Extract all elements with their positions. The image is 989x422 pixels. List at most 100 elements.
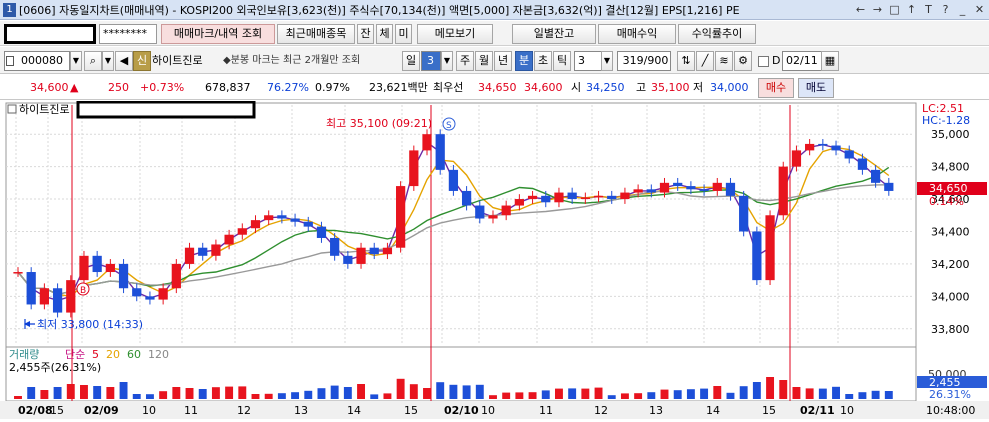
volume-bar xyxy=(396,378,405,399)
candle-body xyxy=(448,169,459,191)
period-day-button[interactable]: 일 xyxy=(402,51,420,71)
volume-bar xyxy=(871,390,880,399)
high-label: 고 xyxy=(636,81,647,94)
daily-balance-button[interactable]: 일별잔고 xyxy=(512,24,596,44)
period-second-button[interactable]: 초 xyxy=(534,51,552,71)
candle-body xyxy=(39,288,50,305)
period-minute-button[interactable]: 분 xyxy=(515,51,533,71)
account-number-redacted[interactable] xyxy=(4,24,96,44)
volume-bar xyxy=(291,392,300,399)
period-month-button[interactable]: 월 xyxy=(475,51,493,71)
volume-bar xyxy=(818,388,827,399)
period-value-field[interactable]: 3 xyxy=(421,51,441,71)
next-icon[interactable]: → xyxy=(870,2,885,17)
close-icon[interactable]: ✕ xyxy=(972,2,987,17)
volume-bar xyxy=(502,392,511,399)
candle-body xyxy=(580,197,590,200)
sell-button[interactable]: 매도 xyxy=(798,78,834,98)
data-count-field[interactable]: 319/900 xyxy=(617,51,671,71)
candle-body xyxy=(712,182,722,191)
hc-label: HC:-1.28 xyxy=(922,114,970,127)
tick-dropdown[interactable]: ▼ xyxy=(601,51,613,71)
unexecuted-button[interactable]: 미 xyxy=(395,24,412,44)
volume-bar xyxy=(53,387,62,399)
window-icon[interactable]: □ xyxy=(887,2,902,17)
volume-bar xyxy=(40,390,49,399)
buy-button[interactable]: 매수 xyxy=(758,78,794,98)
stock-dropdown-icon[interactable]: ▼ xyxy=(102,51,114,71)
stock-label-icon xyxy=(7,104,17,114)
candle-body xyxy=(527,195,538,200)
balance-button[interactable]: 잔 xyxy=(357,24,374,44)
candle-body xyxy=(844,150,854,159)
profit-trend-button[interactable]: 수익률추이 xyxy=(678,24,756,44)
candle-body xyxy=(158,288,168,300)
candle-body xyxy=(13,272,23,274)
period-dropdown[interactable]: ▼ xyxy=(441,51,453,71)
volume-bar xyxy=(660,389,669,399)
trade-profit-button[interactable]: 매매수익 xyxy=(598,24,676,44)
window-number: 1 xyxy=(3,2,16,17)
best-label: 최우선 xyxy=(433,81,464,94)
candlestick-chart[interactable]: 35,00034,80034,60034,40034,20034,00033,8… xyxy=(0,100,989,419)
executed-button[interactable]: 체 xyxy=(376,24,393,44)
period-year-button[interactable]: 년 xyxy=(494,51,512,71)
volume-legend-title: 거래량 xyxy=(9,348,39,361)
calendar-grid-icon xyxy=(6,56,14,66)
volume-bar xyxy=(119,382,128,399)
pin-icon[interactable]: ↑ xyxy=(904,2,919,17)
chart-panel[interactable]: 35,000 34,800 34,600 34,400 34,200 34,000 33,8… xyxy=(0,100,989,419)
title-bar: 1 [0606] 자동일지차트(매매내역) - KOSPI200 외국인보유[3… xyxy=(0,0,989,20)
search-icon[interactable]: ⌕ xyxy=(84,51,102,71)
volume-bar xyxy=(752,382,761,399)
speaker-icon[interactable]: ◀ xyxy=(115,51,133,71)
draw-line-icon[interactable]: ╱ xyxy=(696,51,714,71)
volume-bar xyxy=(726,392,735,399)
tick-value-field[interactable]: 3 xyxy=(574,51,602,71)
volume-bar xyxy=(647,392,656,399)
candle-body xyxy=(607,195,617,200)
memo-view-button[interactable]: 메모보기 xyxy=(417,24,493,44)
font-icon[interactable]: T xyxy=(921,2,936,17)
calendar-icon[interactable]: ▦ xyxy=(821,51,839,71)
candle-body xyxy=(673,182,683,187)
candle-body xyxy=(699,189,709,191)
volume-bar xyxy=(277,393,286,399)
x-tick-label: 12 xyxy=(237,404,251,417)
period-tick-button[interactable]: 틱 xyxy=(553,51,571,71)
settings-gear-icon[interactable]: ⚙ xyxy=(734,51,752,71)
volume-bar xyxy=(159,391,168,399)
candle-body xyxy=(250,220,261,229)
prev-icon[interactable]: ← xyxy=(853,2,868,17)
period-week-button[interactable]: 주 xyxy=(456,51,474,71)
date-field[interactable]: 02/11 xyxy=(782,51,822,71)
compare-icon[interactable]: ⇅ xyxy=(677,51,695,71)
volume-bar xyxy=(211,387,220,399)
trade-mark-query-button[interactable]: 매매마크/내역 조회 xyxy=(161,24,275,44)
y-tick-label: 34,000 xyxy=(931,290,970,303)
help-icon[interactable]: ? xyxy=(938,2,953,17)
volume-bar xyxy=(436,382,445,399)
x-tick-label: 13 xyxy=(294,404,308,417)
y-tick-label: 33,800 xyxy=(931,323,970,336)
indicator-icon[interactable]: ≋ xyxy=(715,51,733,71)
stock-name: 하이트진로 xyxy=(152,54,203,67)
account-password-field[interactable]: ******** xyxy=(99,24,157,44)
date-checkbox[interactable] xyxy=(758,56,769,67)
volume-bar xyxy=(554,388,563,399)
candle-body xyxy=(805,143,815,151)
x-tick-label: 15 xyxy=(762,404,776,417)
window-title: [0606] 자동일지차트(매매내역) - KOSPI200 외국인보유[3,6… xyxy=(19,3,740,17)
x-tick-label: 14 xyxy=(347,404,361,417)
volume-legend-ma20: 20 xyxy=(106,348,120,361)
candle-body xyxy=(343,255,353,264)
candle-body xyxy=(870,169,881,183)
price-change: 250 xyxy=(108,81,129,94)
stock-code-dropdown[interactable]: ▼ xyxy=(70,51,82,71)
volume-bar xyxy=(304,390,313,399)
minimize-icon[interactable]: _ xyxy=(955,2,970,17)
volume-bar xyxy=(423,388,431,399)
ratio-1: 76.27% xyxy=(267,81,309,94)
recent-trades-button[interactable]: 최근매매종목 xyxy=(277,24,355,44)
candle-body xyxy=(435,134,445,170)
